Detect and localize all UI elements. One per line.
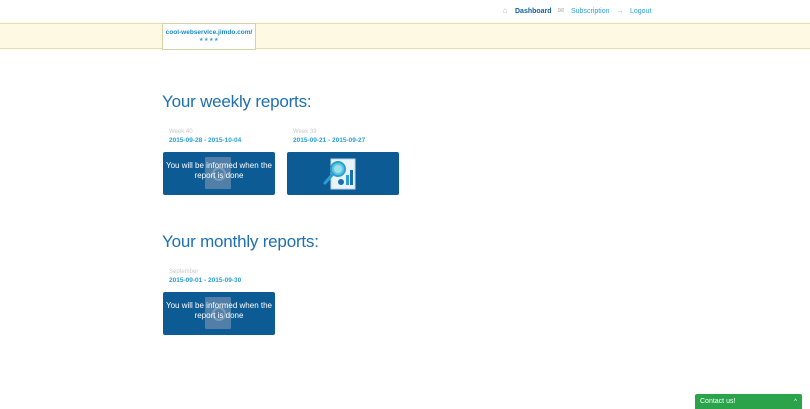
site-rating: ★★★★ xyxy=(199,37,219,43)
site-tab[interactable]: cool-webservice.jimdo.com/ ★★★★ xyxy=(162,23,256,50)
top-navigation: ⌂ Dashboard ✉ Subscription → Logout xyxy=(0,0,810,22)
contact-us-button[interactable]: Contact us! ^ xyxy=(695,394,802,409)
weekly-report-week-39: Week 39 2015-09-21 - 2015-09-27 xyxy=(287,128,399,195)
report-card-pending[interactable]: You will be informed when the report is … xyxy=(163,152,275,195)
nav-dashboard[interactable]: ⌂ Dashboard xyxy=(501,5,552,17)
home-icon: ⌂ xyxy=(502,6,508,15)
weekly-report-week-40: Week 40 2015-09-28 - 2015-10-04 You will… xyxy=(163,128,275,195)
contact-us-label: Contact us! xyxy=(700,398,736,405)
report-card-ready[interactable] xyxy=(287,152,399,195)
nav-subscription[interactable]: ✉ Subscription xyxy=(557,5,610,17)
site-bar: cool-webservice.jimdo.com/ ★★★★ xyxy=(0,23,810,50)
nav-subscription-label: Subscription xyxy=(571,7,610,15)
report-pending-text: You will be informed when the report is … xyxy=(166,161,272,180)
nav-dashboard-label: Dashboard xyxy=(515,7,552,15)
report-period-label: September xyxy=(169,269,199,275)
nav-logout[interactable]: → Logout xyxy=(616,5,651,17)
chevron-up-icon: ^ xyxy=(794,398,797,405)
report-period-label: Week 40 xyxy=(169,129,193,135)
report-date-range: 2015-09-21 - 2015-09-27 xyxy=(293,137,366,144)
nav-logout-label: Logout xyxy=(630,7,652,15)
monthly-report-september: September 2015-09-01 - 2015-09-30 You wi… xyxy=(163,268,275,335)
report-date-range: 2015-09-01 - 2015-09-30 xyxy=(169,277,242,284)
report-date-range: 2015-09-28 - 2015-10-04 xyxy=(169,137,242,144)
magnifier-report-icon xyxy=(323,158,356,190)
report-pending-text: You will be informed when the report is … xyxy=(166,301,272,320)
report-card-pending[interactable]: You will be informed when the report is … xyxy=(163,292,275,335)
report-period-label: Week 39 xyxy=(293,129,317,135)
logout-arrow-icon: → xyxy=(616,6,624,15)
monthly-reports-title: Your monthly reports: xyxy=(162,232,319,251)
weekly-reports-title: Your weekly reports: xyxy=(162,92,312,111)
envelope-icon: ✉ xyxy=(557,6,565,15)
site-url: cool-webservice.jimdo.com/ xyxy=(165,29,253,36)
